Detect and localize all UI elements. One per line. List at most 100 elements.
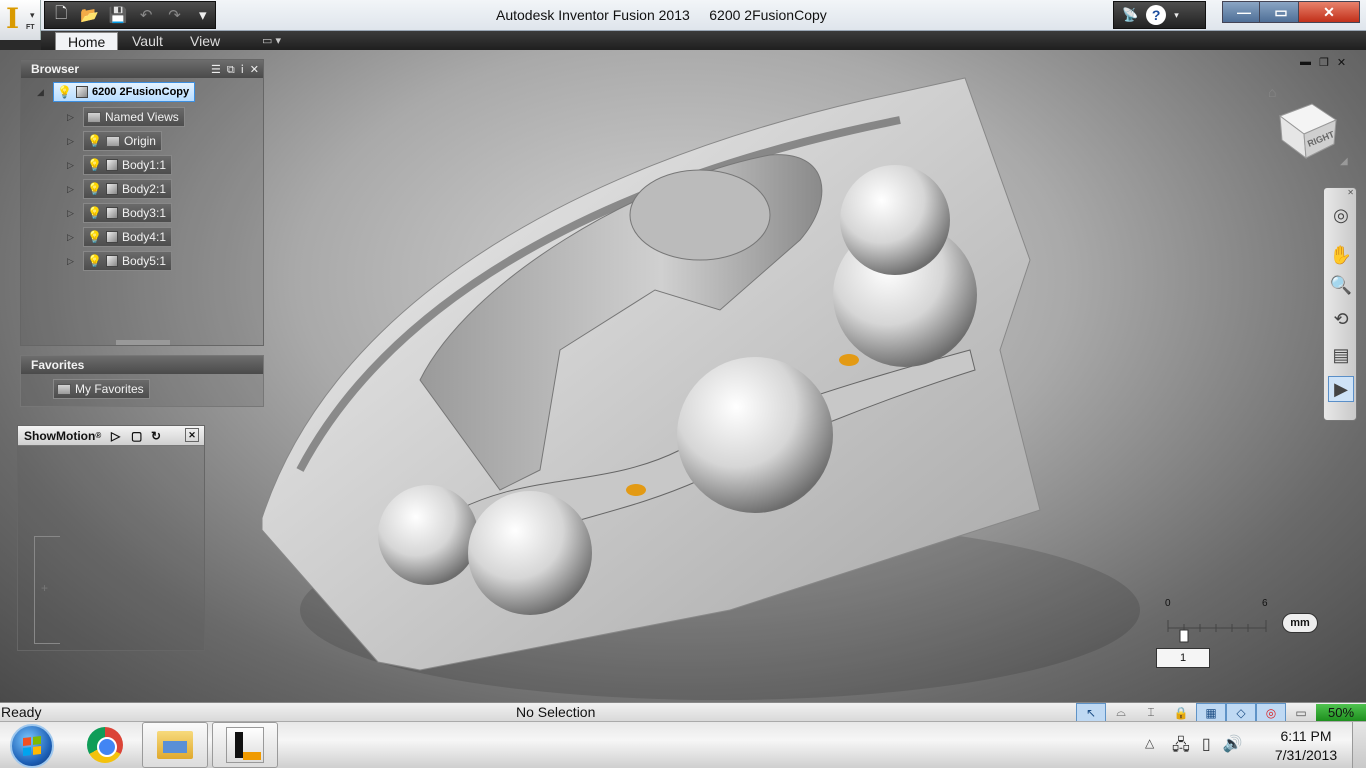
tree-root-label[interactable]: 💡 6200 2FusionCopy [53,82,196,102]
panel-resize-handle[interactable] [116,340,170,345]
save-icon[interactable]: 💾 [106,3,130,27]
system-tray: 🖧 ▯ 🔊 [1172,734,1243,761]
grid-icon[interactable]: ▦ [1196,703,1226,722]
chrome-icon [87,727,123,763]
battery-icon[interactable]: ▯ [1202,734,1211,761]
tree-item-body4[interactable]: ▷ 💡 Body4:1 [67,227,172,247]
browser-panel: Browser ☰ ⧉ ⅰ ✕ ◢ 💡 6200 2FusionCopy ▷ N… [20,59,264,346]
help-icon[interactable]: ? [1146,5,1167,25]
redo-icon[interactable]: ↷ [162,3,186,27]
start-button[interactable] [10,724,54,768]
display-options-icon[interactable]: ⧉ [227,61,235,79]
expand-icon[interactable]: ▷ [67,256,77,267]
orbit-icon[interactable]: ⟲ [1328,306,1354,332]
status-bar: Ready No Selection ↖ ⌓ ⌶ 🔒 ▦ ◇ ◎ ▭ 50% [0,702,1366,722]
lock-icon[interactable]: 🔒 [1166,703,1196,722]
visibility-icon[interactable]: 💡 [87,230,102,244]
view-restore-icon[interactable]: ❐ [1319,56,1329,69]
show-desktop-button[interactable] [1352,722,1366,768]
expand-icon[interactable]: ▷ [67,136,77,147]
network-icon[interactable]: 🖧 [1172,734,1190,761]
navbar-close-icon[interactable]: ✕ [1347,188,1354,197]
browser-title: Browser [31,62,80,76]
showmotion-toggle-icon[interactable]: ▶ [1328,376,1354,402]
folder-icon [105,135,120,147]
visibility-icon[interactable]: 💡 [87,134,102,148]
unit-badge[interactable]: mm [1282,613,1318,633]
expand-icon[interactable]: ▷ [67,112,77,123]
home-view-icon[interactable]: ⌂ [1268,84,1276,100]
expand-icon[interactable]: ▷ [67,184,77,195]
tree-item-body1[interactable]: ▷ 💡 Body1:1 [67,155,172,175]
view-minimize-icon[interactable]: ▬ [1300,56,1311,69]
performance-indicator: 50% [1316,704,1366,721]
tree-item-body3[interactable]: ▷ 💡 Body3:1 [67,203,172,223]
taskbar-inventor[interactable] [212,722,278,768]
tree-item-named-views[interactable]: ▷ Named Views [67,107,185,127]
body-icon [105,159,118,171]
viewcube-menu-icon[interactable]: ◢ [1340,156,1348,167]
tab-view[interactable]: View [178,32,232,50]
taskbar-explorer[interactable] [142,722,208,768]
tree-item-body2[interactable]: ▷ 💡 Body2:1 [67,179,172,199]
3d-viewport[interactable]: Browser ☰ ⧉ ⅰ ✕ ◢ 💡 6200 2FusionCopy ▷ N… [0,50,1366,702]
taskbar-chrome[interactable] [72,722,138,768]
add-shot-icon[interactable]: + [41,581,48,595]
help-dropdown-icon[interactable]: ▾ [1174,10,1179,21]
zoom-icon[interactable]: 🔍 [1328,272,1354,298]
loop-icon[interactable]: ↻ [151,426,161,446]
favorites-item[interactable]: My Favorites [53,379,150,399]
ball-1 [378,485,478,585]
clock-time: 6:11 PM [1280,728,1332,744]
application-menu-button[interactable]: I FT ▾ [0,0,41,40]
close-button[interactable]: ✕ [1298,1,1360,23]
close-icon[interactable]: ✕ [185,428,199,442]
viewcube[interactable]: RIGHT [1278,100,1338,160]
display-icon[interactable]: ▭ [1286,703,1316,722]
visual-style-icon[interactable]: ⌓ [1106,703,1136,722]
stop-icon[interactable]: ▢ [131,426,142,446]
volume-icon[interactable]: 🔊 [1223,734,1243,761]
tree-root[interactable]: ◢ 💡 6200 2FusionCopy [37,82,196,102]
tab-vault[interactable]: Vault [120,32,175,50]
visibility-icon[interactable]: 💡 [87,158,102,172]
new-document-icon[interactable]: 🗋 [49,3,73,27]
info-icon[interactable]: ⅰ [241,61,244,79]
qat-customize-icon[interactable]: ▾ [191,3,215,27]
section-icon[interactable]: ⌶ [1136,703,1166,722]
ball-5 [840,165,950,275]
expand-icon[interactable]: ▷ [67,208,77,219]
show-hidden-icons[interactable]: △ [1145,736,1154,750]
visibility-icon[interactable]: 💡 [87,182,102,196]
visibility-icon[interactable]: 💡 [87,254,102,268]
tree-item-body5[interactable]: ▷ 💡 Body5:1 [67,251,172,271]
tab-home[interactable]: Home [55,32,119,50]
favorites-folder-icon [57,383,71,395]
expand-icon[interactable]: ▷ [67,232,77,243]
view-close-icon[interactable]: ✕ [1337,56,1346,69]
open-folder-icon[interactable]: 📂 [77,3,101,27]
play-icon[interactable]: ▷ [111,426,120,446]
shadow-icon[interactable]: ◎ [1256,703,1286,722]
visibility-icon[interactable]: 💡 [87,206,102,220]
close-icon[interactable]: ✕ [250,61,259,79]
steering-wheel-icon[interactable]: ◎ [1328,202,1354,228]
look-at-icon[interactable]: ▤ [1328,342,1354,368]
scale-input[interactable]: 1 [1156,648,1210,668]
expand-icon[interactable]: ▷ [67,160,77,171]
showmotion-track[interactable]: + [34,536,60,644]
collapse-icon[interactable]: ◢ [37,87,47,98]
undo-icon[interactable]: ↶ [134,3,158,27]
pan-icon[interactable]: ✋ [1328,242,1354,268]
ball-2 [468,491,592,615]
ground-plane-icon[interactable]: ◇ [1226,703,1256,722]
filter-icon[interactable]: ☰ [211,61,221,79]
satellite-icon[interactable]: 📡 [1122,7,1138,23]
ribbon-options-icon[interactable]: ▭ ▾ [262,34,281,47]
maximize-button[interactable]: ▭ [1259,1,1303,23]
view-window-controls: ▬ ❐ ✕ [1300,56,1346,69]
select-tool-icon[interactable]: ↖ [1076,703,1106,722]
tree-item-origin[interactable]: ▷ 💡 Origin [67,131,162,151]
selection-status: No Selection [516,704,596,720]
system-clock[interactable]: 6:11 PM 7/31/2013 [1266,727,1346,765]
